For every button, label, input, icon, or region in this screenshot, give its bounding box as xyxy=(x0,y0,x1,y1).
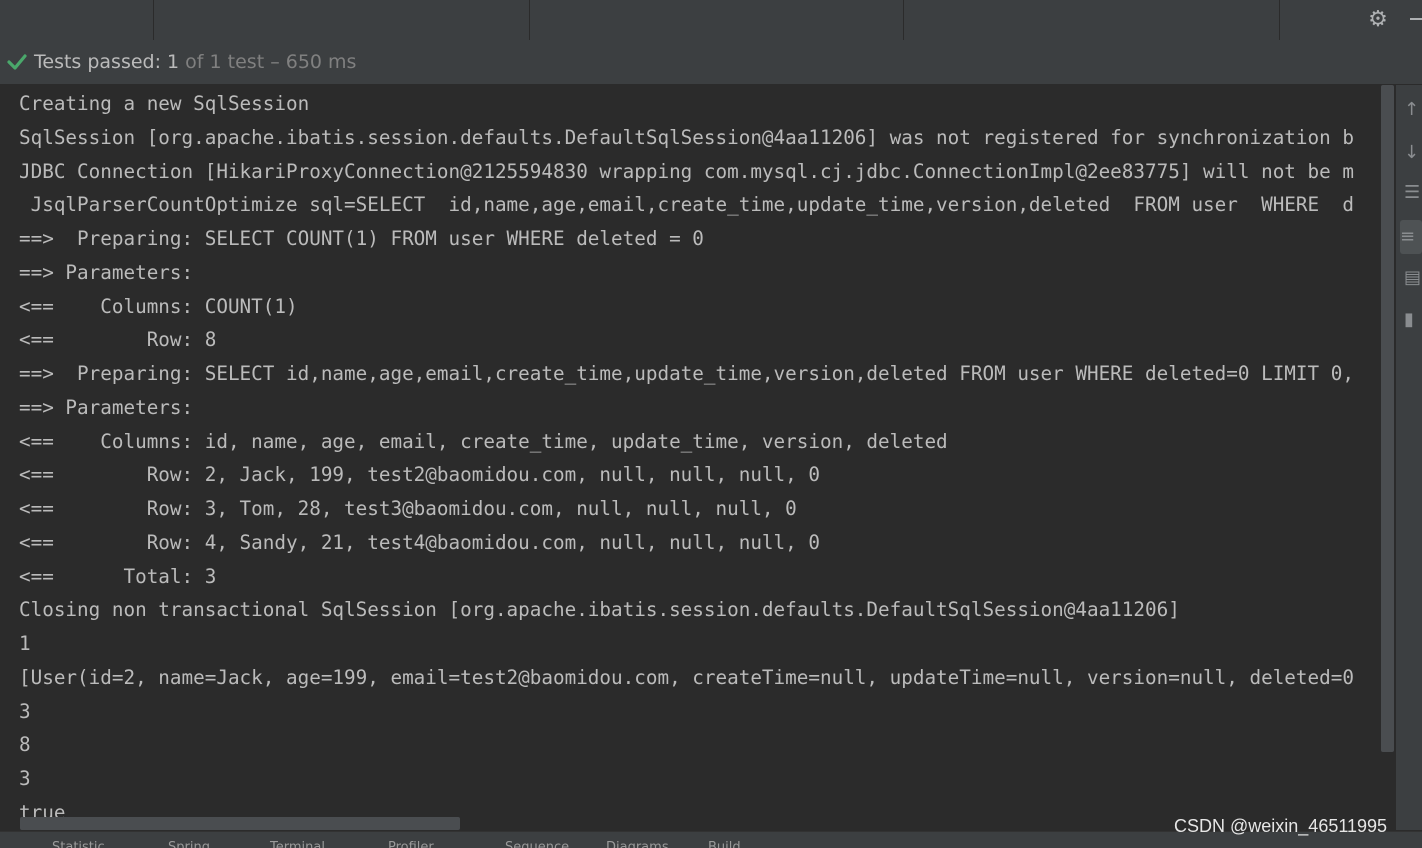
console-line: JDBC Connection [HikariProxyConnection@2… xyxy=(19,159,1354,183)
console-line: <== Columns: COUNT(1) xyxy=(19,294,298,318)
console-line: ==> Preparing: SELECT id,name,age,email,… xyxy=(19,362,1354,385)
console-line: 3 xyxy=(19,767,31,790)
console-line: JsqlParserCountOptimize sql=SELECT id,na… xyxy=(19,193,1354,217)
console-line: <== Row: 8 xyxy=(19,328,217,352)
scroll-to-end-icon[interactable]: ≡ xyxy=(1400,220,1422,254)
console-line: <== Row: 2, Jack, 199, test2@baomidou.co… xyxy=(19,463,820,487)
test-status-bar: Tests passed: 1 of 1 test – 650 ms xyxy=(0,40,1422,85)
console-line: 1 xyxy=(19,632,31,655)
tab-segment[interactable] xyxy=(903,0,1280,40)
console-line: ==> Parameters: xyxy=(19,395,205,419)
console-line: Closing non transactional SqlSession [or… xyxy=(19,598,1180,622)
soft-wrap-icon[interactable]: ☰ xyxy=(1404,183,1422,203)
watermark: CSDN @weixin_46511995 xyxy=(1174,816,1388,836)
console-line: <== Row: 4, Sandy, 21, test4@baomidou.co… xyxy=(19,530,820,554)
console-line: <== Total: 3 xyxy=(19,564,217,588)
tests-detail: of 1 test – 650 ms xyxy=(179,51,357,73)
tab-divider xyxy=(1279,0,1280,40)
tab-segment[interactable] xyxy=(153,0,530,40)
console-line: ==> Preparing: SELECT COUNT(1) FROM user… xyxy=(19,227,704,250)
console-line: ==> Parameters: xyxy=(19,260,205,284)
console-line: <== Columns: id, name, age, email, creat… xyxy=(19,429,948,453)
minimize-icon[interactable] xyxy=(1410,18,1422,20)
console-line: <== Row: 3, Tom, 28, test3@baomidou.com,… xyxy=(19,497,797,520)
console-line: 8 xyxy=(19,733,31,757)
gear-icon[interactable]: ⚙ xyxy=(1366,8,1390,32)
console-line: [User(id=2, name=Jack, age=199, email=te… xyxy=(19,665,1354,689)
horizontal-scrollbar[interactable] xyxy=(20,817,460,830)
tab-segment[interactable] xyxy=(529,0,904,40)
top-toolbar: ⚙ xyxy=(0,0,1422,41)
arrow-up-icon[interactable]: ↑ xyxy=(1404,100,1422,120)
console-line: Creating a new SqlSession xyxy=(19,92,310,115)
vertical-scrollbar[interactable] xyxy=(1381,85,1394,752)
console-output[interactable]: Creating a new SqlSession SqlSession [org… xyxy=(0,85,1380,830)
arrow-down-icon[interactable]: ↓ xyxy=(1404,143,1422,163)
test-status-text: Tests passed: 1 of 1 test – 650 ms xyxy=(34,50,356,74)
console-line: SqlSession [org.apache.ibatis.session.de… xyxy=(19,125,1354,149)
trash-icon[interactable]: ▮ xyxy=(1404,310,1422,330)
console-line: 3 xyxy=(19,699,31,723)
check-icon xyxy=(7,54,27,70)
print-icon[interactable]: ▤ xyxy=(1404,268,1422,288)
tests-passed-label: Tests passed: 1 xyxy=(34,51,180,73)
